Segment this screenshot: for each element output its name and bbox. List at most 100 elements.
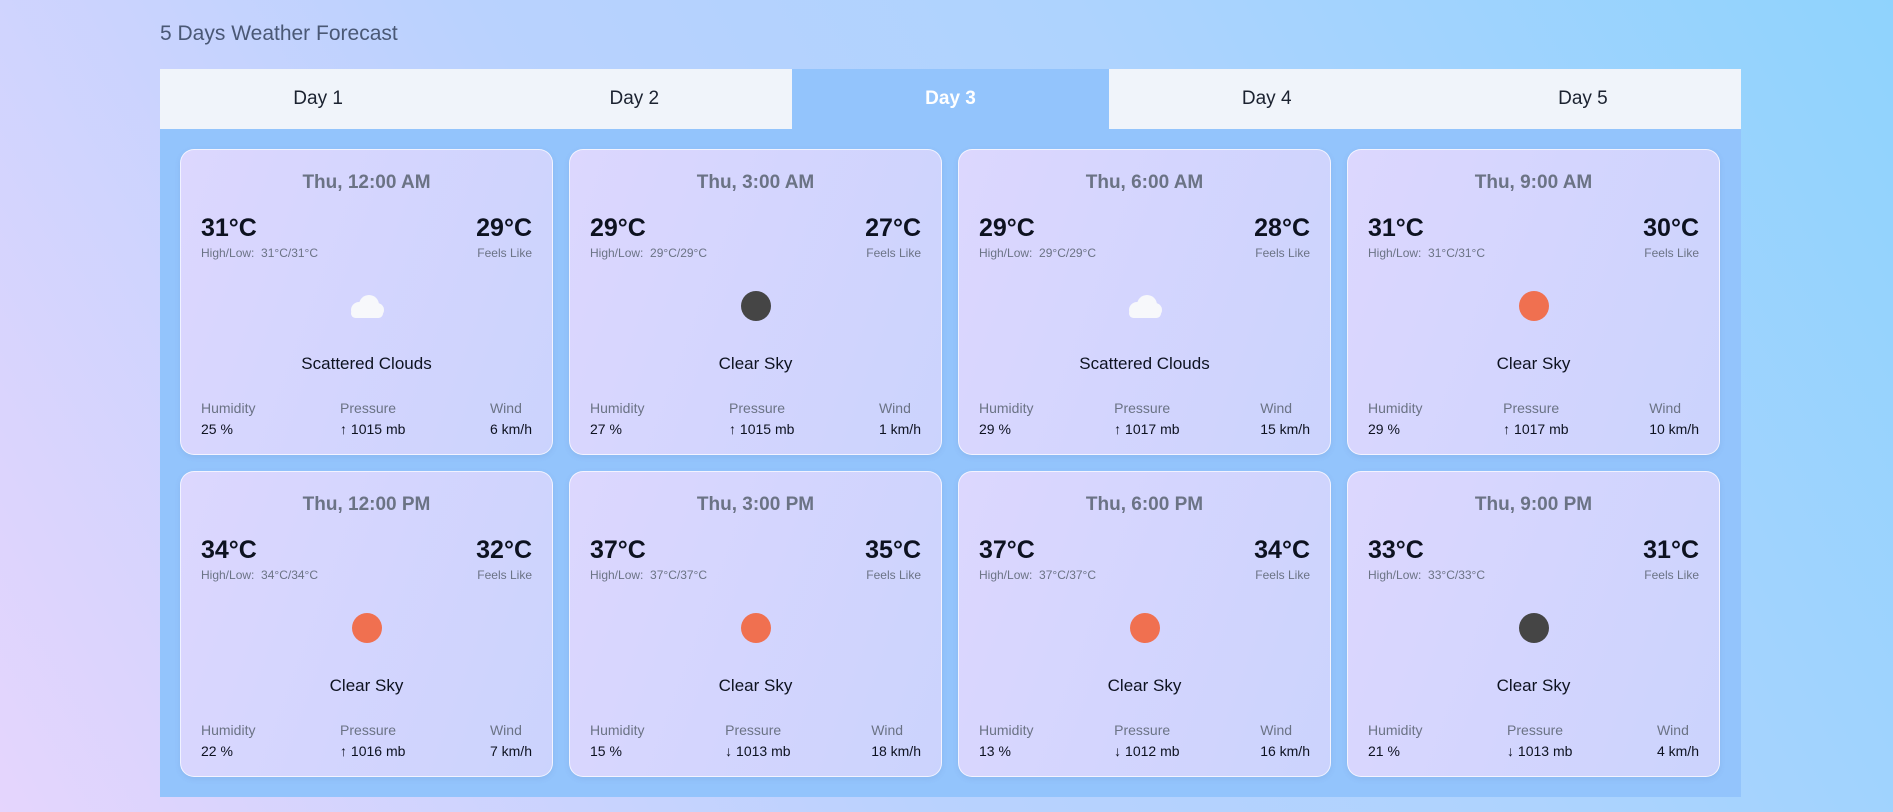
temperature-row: 31°C High/Low: 31°C/31°C 29°C Feels Like (201, 214, 532, 260)
high-low-value: 29°C/29°C (650, 246, 708, 260)
wind-value: 18 km/h (871, 743, 921, 759)
temperature: 29°C (590, 214, 646, 242)
forecast-card: Thu, 3:00 AM 29°C High/Low: 29°C/29°C 27°C F… (569, 149, 942, 455)
temperature: 31°C (201, 214, 257, 242)
forecast-card: Thu, 3:00 PM 37°C High/Low: 37°C/37°C 35°C F… (569, 471, 942, 777)
feels-like-label: Feels Like (866, 568, 921, 582)
tab-day-4[interactable]: Day 4 (1108, 69, 1425, 129)
wind-value: 15 km/h (1260, 421, 1310, 437)
weather-icon-wrap (1368, 276, 1699, 336)
feels-like-label: Feels Like (477, 246, 532, 260)
pressure-label: Pressure (725, 722, 782, 738)
pressure-value: ↓ 1013 mb (1507, 743, 1573, 759)
wind-label: Wind (489, 722, 522, 738)
forecast-time: Thu, 6:00 PM (1085, 494, 1204, 515)
weather-icon-wrap (201, 598, 532, 658)
temperature-row: 34°C High/Low: 34°C/34°C 32°C Feels Like (201, 536, 532, 582)
feels-like-label: Feels Like (866, 246, 921, 260)
high-low: High/Low: 34°C/34°C (201, 568, 318, 582)
weather-stats: Humidity 29 % Pressure ↑ 1017 mb Wind 10 km/h (1368, 400, 1699, 437)
humidity-value: 13 % (979, 743, 1011, 759)
feels-like-temperature: 28°C (1254, 214, 1310, 242)
feels-like-temperature: 32°C (476, 536, 532, 564)
weather-description: Scattered Clouds (1079, 354, 1210, 373)
forecast-time: Thu, 6:00 AM (1085, 172, 1204, 193)
high-low-value: 34°C/34°C (261, 568, 319, 582)
weather-stats: Humidity 22 % Pressure ↑ 1016 mb Wind 7 km/h (201, 722, 532, 759)
humidity-label: Humidity (201, 722, 256, 738)
feels-like-label: Feels Like (1644, 568, 1699, 582)
weather-stats: Humidity 25 % Pressure ↑ 1015 mb Wind 6 km/h (201, 400, 532, 437)
sun-icon (1518, 291, 1549, 321)
pressure-value: ↑ 1015 mb (729, 421, 795, 437)
temperature-row: 37°C High/Low: 37°C/37°C 34°C Feels Like (979, 536, 1310, 582)
weather-description: Clear Sky (718, 676, 793, 695)
temperature-row: 29°C High/Low: 29°C/29°C 28°C Feels Like (979, 214, 1310, 260)
cloud-icon (348, 294, 386, 318)
humidity-value: 15 % (590, 743, 622, 759)
humidity-label: Humidity (1368, 722, 1423, 738)
humidity-label: Humidity (590, 400, 645, 416)
wind-value: 4 km/h (1656, 743, 1699, 759)
pressure-value: ↑ 1017 mb (1114, 421, 1180, 437)
forecast-panel: Day 1 Day 2 Day 3 Day 4 Day 5 Thu, 12:00… (160, 69, 1742, 797)
weather-stats: Humidity 13 % Pressure ↓ 1012 mb Wind 16 km/h (979, 722, 1310, 759)
high-low-label: High/Low: (201, 246, 255, 260)
weather-description: Clear Sky (718, 354, 793, 373)
weather-description: Clear Sky (1496, 354, 1571, 373)
page-title: 5 Days Weather Forecast (160, 22, 398, 45)
pressure-label: Pressure (340, 722, 397, 738)
pressure-label: Pressure (1114, 722, 1171, 738)
forecast-card: Thu, 9:00 AM 31°C High/Low: 31°C/31°C 30°C F… (1347, 149, 1720, 455)
high-low: High/Low: 31°C/31°C (1368, 246, 1485, 260)
humidity-value: 29 % (979, 421, 1011, 437)
weather-icon-wrap (979, 276, 1310, 336)
high-low-label: High/Low: (1368, 246, 1422, 260)
temperature-row: 37°C High/Low: 37°C/37°C 35°C Feels Like (590, 536, 921, 582)
high-low-value: 31°C/31°C (1428, 246, 1486, 260)
weather-icon-wrap (1368, 598, 1699, 658)
weather-stats: Humidity 27 % Pressure ↑ 1015 mb Wind 1 km/h (590, 400, 921, 437)
sun-icon (351, 613, 382, 643)
sun-icon (740, 613, 771, 643)
tab-day-3[interactable]: Day 3 (792, 69, 1109, 129)
weather-description: Clear Sky (1496, 676, 1571, 695)
weather-stats: Humidity 15 % Pressure ↓ 1013 mb Wind 18 km/h (590, 722, 921, 759)
temperature: 34°C (201, 536, 257, 564)
high-low-label: High/Low: (201, 568, 255, 582)
wind-value: 6 km/h (489, 421, 532, 437)
humidity-label: Humidity (201, 400, 256, 416)
weather-description: Clear Sky (1107, 676, 1182, 695)
high-low-label: High/Low: (590, 568, 644, 582)
feels-like-temperature: 31°C (1643, 536, 1699, 564)
feels-like-label: Feels Like (1255, 568, 1310, 582)
tab-day-2[interactable]: Day 2 (476, 69, 793, 129)
temperature: 37°C (590, 536, 646, 564)
temperature-row: 33°C High/Low: 33°C/33°C 31°C Feels Like (1368, 536, 1699, 582)
high-low-label: High/Low: (979, 568, 1033, 582)
day-tabs: Day 1 Day 2 Day 3 Day 4 Day 5 (160, 69, 1742, 129)
feels-like-temperature: 34°C (1254, 536, 1310, 564)
high-low-value: 37°C/37°C (650, 568, 708, 582)
forecast-card: Thu, 6:00 PM 37°C High/Low: 37°C/37°C 34°C F… (958, 471, 1331, 777)
tab-day-1[interactable]: Day 1 (160, 69, 477, 129)
weather-description: Scattered Clouds (301, 354, 432, 373)
pressure-value: ↓ 1012 mb (1114, 743, 1180, 759)
wind-value: 7 km/h (489, 743, 532, 759)
high-low-label: High/Low: (1368, 568, 1422, 582)
high-low-value: 33°C/33°C (1428, 568, 1486, 582)
temperature: 33°C (1368, 536, 1424, 564)
humidity-value: 27 % (590, 421, 622, 437)
forecast-card: Thu, 6:00 AM 29°C High/Low: 29°C/29°C 28°C F… (958, 149, 1331, 455)
tab-day-5[interactable]: Day 5 (1424, 69, 1742, 129)
pressure-label: Pressure (729, 400, 786, 416)
feels-like-temperature: 30°C (1643, 214, 1699, 242)
pressure-label: Pressure (1503, 400, 1560, 416)
pressure-value: ↑ 1016 mb (340, 743, 406, 759)
feels-like-temperature: 27°C (865, 214, 921, 242)
forecast-time: Thu, 9:00 PM (1474, 494, 1593, 515)
humidity-label: Humidity (979, 722, 1034, 738)
high-low: High/Low: 29°C/29°C (590, 246, 707, 260)
high-low: High/Low: 29°C/29°C (979, 246, 1096, 260)
pressure-label: Pressure (340, 400, 397, 416)
